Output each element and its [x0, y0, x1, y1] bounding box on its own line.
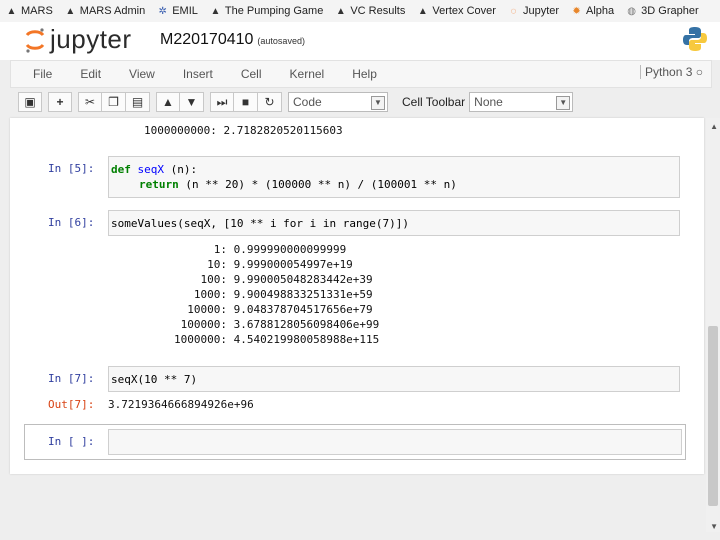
cell-toolbar-label: Cell Toolbar: [402, 95, 466, 109]
menu-view[interactable]: View: [129, 67, 155, 81]
output-line: 100000: 3.6788128056098406e+99: [174, 318, 380, 331]
kernel-indicator[interactable]: Python 3 ○: [640, 65, 703, 79]
cell-7-code: seqX(10 ** 7): [111, 373, 198, 386]
cell-8-prompt: In [ ]:: [48, 435, 95, 448]
menu-bar: File Edit View Insert Cell Kernel Help P…: [10, 60, 712, 88]
step-forward-icon: ⏭: [216, 94, 228, 109]
menu-help[interactable]: Help: [352, 67, 377, 81]
move-down-button[interactable]: ▼: [180, 92, 204, 112]
python-logo-icon: [682, 26, 708, 57]
output-line: 1: 0.999990000099999: [174, 243, 347, 256]
cell-8-input[interactable]: [108, 429, 682, 455]
notebook-toolbar: ▣ + ✂ ❐ ▤ ▲ ▼ ⏭ ■ ↻ Code ▼ Cell Toolbar …: [10, 88, 710, 116]
restart-button[interactable]: ↻: [258, 92, 282, 112]
move-up-button[interactable]: ▲: [156, 92, 180, 112]
cell-type-select[interactable]: Code ▼: [288, 92, 388, 112]
cell-toolbar-select[interactable]: None ▼: [469, 92, 574, 112]
bookmark-pumping-game[interactable]: ▲ The Pumping Game: [210, 5, 323, 17]
jupyter-icon: ◌: [510, 5, 517, 17]
hat-icon: ▲: [210, 5, 221, 17]
notebook-name[interactable]: M220170410 (autosaved): [160, 31, 305, 49]
copy-button[interactable]: ❐: [102, 92, 126, 112]
insert-cell-button[interactable]: +: [48, 92, 72, 112]
jupyter-logo-icon: [25, 27, 45, 53]
plus-icon: +: [56, 95, 64, 109]
scrollbar-thumb[interactable]: [708, 326, 718, 506]
hat-icon: ▲: [65, 5, 76, 17]
menu-kernel[interactable]: Kernel: [290, 67, 325, 81]
kernel-status-icon: ○: [695, 65, 703, 79]
hat-icon: ▲: [6, 5, 17, 17]
cell-7-prompt: In [7]:: [48, 372, 95, 385]
chevron-down-icon: ▼: [556, 96, 571, 110]
bookmark-vertex-cover[interactable]: ▲ Vertex Cover: [417, 5, 496, 17]
hat-icon: ▲: [335, 5, 346, 17]
output-line: 10000: 9.048378704517656e+79: [174, 303, 373, 316]
cell-6-input[interactable]: someValues(seqX, [10 ** i for i in range…: [108, 210, 680, 236]
menu-file[interactable]: File: [33, 67, 52, 81]
output-line: 1000000: 4.540219980058988e+115: [174, 333, 380, 346]
notebook-header: jupyter M220170410 (autosaved): [0, 22, 720, 60]
cell-type-value: Code: [293, 95, 322, 109]
save-button[interactable]: ▣: [18, 92, 42, 112]
bookmark-mars-admin[interactable]: ▲ MARS Admin: [65, 5, 145, 17]
bookmark-3d-grapher[interactable]: ◍ 3D Grapher: [626, 5, 698, 17]
menu-cell[interactable]: Cell: [241, 67, 262, 81]
cell-toolbar-value: None: [474, 95, 503, 109]
bookmarks-bar: ▲ MARS ▲ MARS Admin ✲ EMIL ▲ The Pumping Gam…: [0, 0, 720, 23]
arrow-up-icon: ▲: [162, 95, 174, 109]
chevron-down-icon: ▼: [371, 96, 385, 110]
kernel-name: Python 3: [645, 65, 693, 79]
paste-button[interactable]: ▤: [126, 92, 150, 112]
bookmark-emil[interactable]: ✲ EMIL: [157, 5, 198, 17]
bookmark-alpha[interactable]: ✹ Alpha: [571, 5, 614, 17]
cell-7-output: 3.7219364666894926e+96: [108, 398, 254, 411]
bookmark-vc-results[interactable]: ▲ VC Results: [335, 5, 405, 17]
jupyter-logo-text: jupyter: [50, 24, 132, 54]
stop-button[interactable]: ■: [234, 92, 258, 112]
scissors-icon: ✂: [84, 95, 96, 109]
gear-icon: ✲: [158, 5, 167, 17]
jupyter-logo[interactable]: jupyter: [24, 24, 132, 55]
menu-insert[interactable]: Insert: [183, 67, 213, 81]
output-line: 100: 9.990005048283442e+39: [174, 273, 373, 286]
stop-icon: ■: [241, 95, 250, 109]
cell-5-code-line-1: def seqX (n):: [111, 163, 198, 176]
hat-icon: ▲: [417, 5, 428, 17]
globe-icon: ◍: [627, 5, 637, 17]
menu-edit[interactable]: Edit: [80, 67, 101, 81]
cell-5-code-line-2: return (n ** 20) * (100000 ** n) / (1000…: [139, 178, 457, 191]
bookmark-mars[interactable]: ▲ MARS: [6, 5, 53, 17]
run-button[interactable]: ⏭: [210, 92, 234, 112]
cell-5-prompt: In [5]:: [48, 162, 95, 175]
scroll-down-icon[interactable]: ▼: [710, 522, 718, 531]
scroll-up-icon[interactable]: ▲: [710, 122, 718, 131]
notebook-title[interactable]: M220170410: [160, 31, 253, 48]
notebook-container[interactable]: 1000000000: 2.7182820520115603 In [5]: d…: [10, 118, 704, 474]
cell-5-input[interactable]: def seqX (n): return (n ** 20) * (100000…: [108, 156, 680, 198]
cut-button[interactable]: ✂: [78, 92, 102, 112]
cell-6-prompt: In [6]:: [48, 216, 95, 229]
cell-7-input[interactable]: seqX(10 ** 7): [108, 366, 680, 392]
output-line: 10: 9.999000054997e+19: [174, 258, 353, 271]
bookmark-jupyter[interactable]: ◌ Jupyter: [508, 5, 559, 17]
previous-output-line: 1000000000: 2.7182820520115603: [144, 124, 343, 137]
save-icon: ▣: [24, 95, 36, 109]
output-line: 1000: 9.900498833251331e+59: [174, 288, 373, 301]
sun-icon: ✹: [572, 5, 581, 17]
autosave-status: (autosaved): [257, 36, 305, 46]
refresh-icon: ↻: [264, 95, 275, 109]
arrow-down-icon: ▼: [185, 95, 198, 109]
copy-icon: ❐: [108, 95, 119, 109]
cell-7-out-prompt: Out[7]:: [48, 398, 95, 411]
paste-icon: ▤: [131, 95, 144, 109]
cell-6-code: someValues(seqX, [10 ** i for i in range…: [111, 217, 410, 230]
